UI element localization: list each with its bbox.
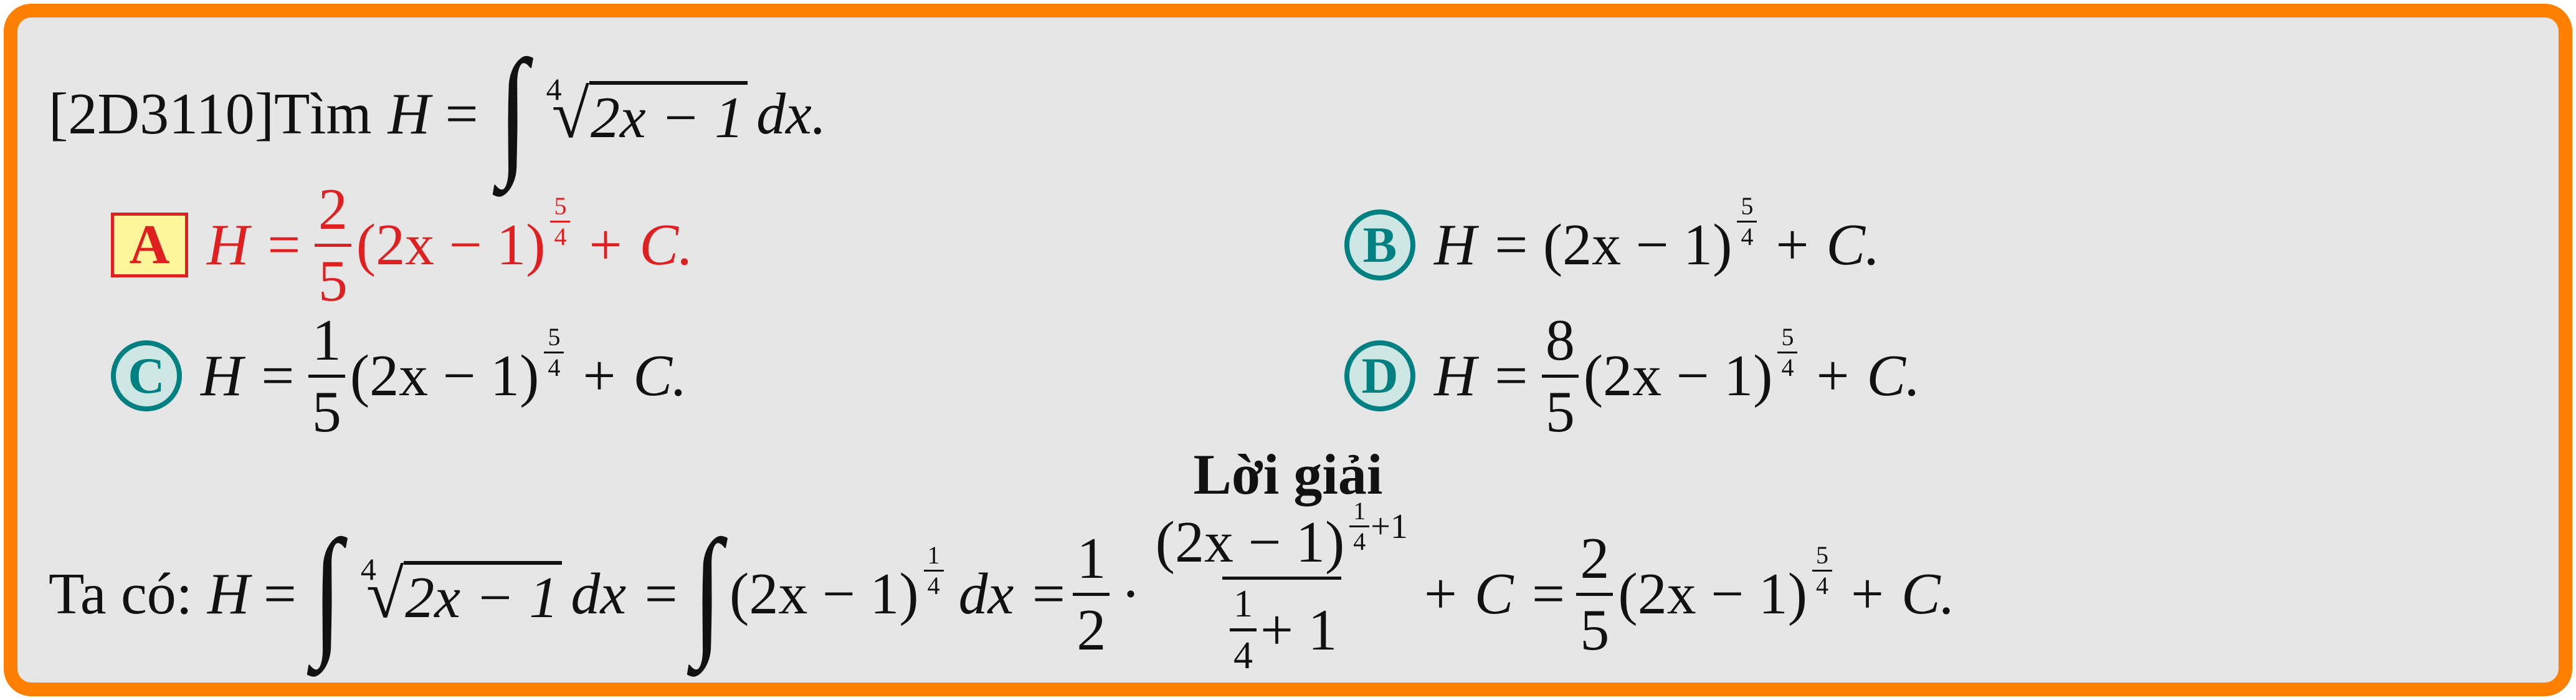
option-a[interactable]: A H = 2 5 (2x − 1) 5 4 + C. — [111, 180, 693, 310]
solution-root-index: 4 — [360, 552, 376, 587]
option-d-badge: D — [1344, 340, 1415, 411]
differential: dx. — [756, 82, 827, 146]
solution-final-base: (2x − 1) — [1618, 562, 1808, 626]
option-d-exponent: 5 4 — [1776, 324, 1799, 380]
radicand: 2x − 1 — [589, 81, 748, 147]
option-a-base: (2x − 1) — [356, 213, 546, 277]
solution-intro: Ta có: — [49, 562, 192, 626]
option-a-tail: + C. — [585, 213, 693, 277]
option-a-coefficient: 2 5 — [314, 180, 351, 310]
option-d-base: (2x − 1) — [1583, 343, 1773, 408]
solution-dx-1: dx = — [571, 562, 681, 626]
solution-heading: Lời giải — [1193, 443, 1383, 506]
option-c-badge: C — [111, 340, 182, 411]
solution-dot: · — [1121, 562, 1141, 626]
option-b-exponent: 5 4 — [1736, 193, 1758, 249]
question-code: [2D3110] — [49, 82, 275, 146]
question-line: [2D3110] Tìm H = ∫ 4 √ 2x − 1 dx. — [49, 31, 827, 189]
solution-line: Ta có: H = ∫ 4 √ 2x − 1 dx = ∫ (2x − 1) … — [49, 497, 1956, 677]
option-c-coefficient: 1 5 — [308, 311, 345, 441]
root-index: 4 — [546, 72, 562, 107]
option-c-base: (2x − 1) — [349, 343, 539, 408]
option-d[interactable]: D H = 8 5 (2x − 1) 5 4 + C. — [1344, 310, 1921, 441]
question-card: [2D3110] Tìm H = ∫ 4 √ 2x − 1 dx. A H = … — [4, 4, 2572, 696]
solution-final-coefficient: 2 5 — [1576, 529, 1614, 659]
solution-exponent-1: 1 4 — [923, 542, 945, 598]
option-c-exponent: 5 4 — [543, 324, 565, 380]
solution-radicand: 2x − 1 — [404, 561, 563, 627]
solution-final-exponent: 5 4 — [1811, 542, 1833, 598]
option-a-exponent: 5 4 — [549, 193, 571, 249]
option-d-tail: + C. — [1812, 343, 1921, 408]
option-b-tail: + C. — [1772, 213, 1880, 277]
solution-mid: + C = — [1420, 562, 1568, 626]
question-lead: Tìm — [274, 82, 372, 146]
option-b-base: (2x − 1) — [1542, 213, 1732, 277]
option-b[interactable]: B H = (2x − 1) 5 4 + C. — [1344, 183, 1880, 307]
integral-sign-1: ∫ — [312, 511, 342, 669]
solution-dx-2: dx = — [958, 562, 1068, 626]
solution-big-fraction: (2x − 1) 1 4 +1 1 4 + 1 — [1155, 497, 1408, 677]
solution-half: 1 2 — [1073, 529, 1110, 659]
option-c-lhs: H = — [201, 343, 297, 408]
option-a-badge: A — [111, 213, 188, 277]
option-b-lhs: H = — [1434, 213, 1531, 277]
solution-var: H — [207, 562, 250, 626]
option-c[interactable]: C H = 1 5 (2x − 1) 5 4 + C. — [111, 310, 687, 441]
option-d-coefficient: 8 5 — [1541, 311, 1579, 441]
solution-base: (2x − 1) — [730, 562, 919, 626]
solution-final-tail: + C. — [1847, 562, 1956, 626]
option-a-lhs: H = — [207, 213, 303, 277]
solution-equals: = — [263, 562, 297, 626]
integral-sign: ∫ — [498, 31, 528, 189]
option-b-badge: B — [1344, 209, 1415, 280]
option-c-tail: + C. — [579, 343, 687, 408]
integral-sign-2: ∫ — [692, 511, 723, 669]
question-var: H — [387, 82, 430, 146]
question-equals: = — [445, 82, 478, 146]
option-d-lhs: H = — [1434, 343, 1531, 408]
